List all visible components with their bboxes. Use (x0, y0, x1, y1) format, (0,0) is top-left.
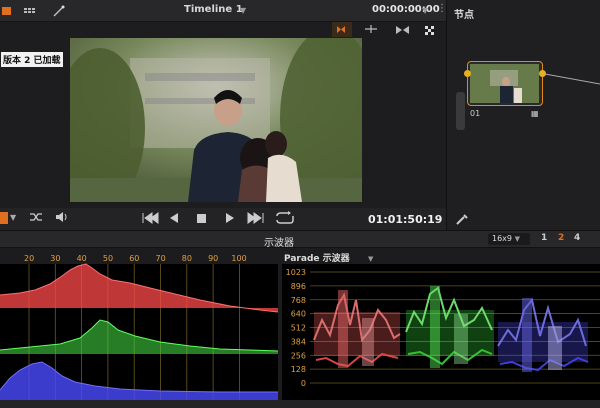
layout-option-1[interactable]: 1 (541, 233, 547, 243)
node-panel-title: 节点 (454, 10, 474, 21)
parade-tick-label: 1023 (286, 268, 306, 277)
video-image (70, 38, 362, 202)
parade-tick-label: 384 (291, 337, 306, 346)
node-input-handle[interactable] (464, 70, 471, 77)
histogram-tick-label: 70 (156, 254, 166, 263)
node-input-tab[interactable] (456, 92, 465, 130)
histogram-tick-label: 60 (129, 254, 139, 263)
histogram-tick-label: 90 (208, 254, 218, 263)
loop-button[interactable] (276, 211, 294, 224)
histogram-tick-label: 40 (77, 254, 87, 263)
single-viewer-button[interactable] (0, 4, 14, 18)
parade-tick-label: 0 (301, 379, 306, 388)
eyedropper-icon (456, 214, 468, 225)
timeline-title[interactable]: Timeline 1 (184, 4, 243, 15)
scopes-footer (0, 400, 600, 408)
histogram-tick-label: 80 (182, 254, 192, 263)
grid-view-button[interactable] (22, 4, 36, 18)
node-thumbnail (470, 64, 539, 103)
single-viewer-icon (2, 7, 11, 15)
version-loaded-label: 版本 2 已加载 (1, 52, 63, 67)
aspect-select[interactable]: 16x9 ▼ (488, 233, 530, 245)
video-frame[interactable] (70, 38, 362, 202)
viewer-side-toolbar (330, 22, 446, 38)
layout-option-2[interactable]: 2 (558, 233, 564, 243)
step-back-button[interactable] (170, 213, 178, 223)
shuffle-icon (30, 213, 42, 221)
parade-tick-label: 128 (291, 365, 306, 374)
checker-icon[interactable] (425, 26, 434, 35)
parade-tick-label: 896 (291, 282, 306, 291)
histogram-tick-label: 20 (24, 254, 34, 263)
parade-tick-label: 512 (291, 324, 306, 333)
clip-mode-button[interactable] (0, 212, 8, 224)
histogram-tick-label: 100 (231, 254, 246, 263)
stop-button[interactable] (197, 214, 206, 223)
magic-wand-icon (53, 5, 65, 17)
grid-icon (24, 8, 35, 13)
parade-dropdown-icon[interactable]: ▼ (368, 255, 374, 263)
histogram-tick-label: 30 (50, 254, 60, 263)
speaker-icon (56, 212, 67, 222)
parade-tick-label: 768 (291, 296, 306, 305)
node-grid-icon: ▦ (531, 109, 539, 118)
histogram-scope: 20 30 40 50 60 70 80 90 100 (0, 250, 279, 400)
play-button[interactable] (226, 213, 234, 223)
color-picker-button[interactable] (455, 212, 471, 229)
layout-option-4[interactable]: 4 (574, 233, 580, 243)
parade-tick-label: 640 (291, 310, 306, 319)
volume-button[interactable] (54, 210, 70, 227)
parade-scope: Parade 示波器 ▼ 1023 896 768 640 512 384 256 128 0 (282, 250, 600, 400)
skip-end-button[interactable] (247, 212, 264, 224)
magic-wand-button[interactable] (52, 4, 66, 18)
node-connection-line (545, 73, 600, 85)
scopes-title: 示波器 (264, 238, 294, 249)
shuffle-button[interactable] (28, 210, 44, 227)
transport-controls (140, 210, 300, 229)
parade-title: Parade 示波器 (284, 252, 351, 264)
aspect-dropdown-icon: ▼ (514, 235, 520, 243)
timecode-dropdown-icon[interactable]: ▼ (422, 6, 428, 15)
timeline-dropdown-icon[interactable]: ▼ (240, 6, 246, 15)
parade-tick-label: 256 (291, 351, 306, 360)
skip-start-button[interactable] (142, 212, 159, 224)
clip-mode-dropdown-icon[interactable]: ▼ (10, 213, 16, 222)
node-label: 01 (470, 109, 481, 118)
timecode-display[interactable]: 00:00:00:00 (372, 4, 440, 15)
histogram-tick-label: 50 (103, 254, 113, 263)
aspect-select-value: 16x9 (492, 234, 513, 243)
playhead-timecode[interactable]: 01:01:50:19 (368, 213, 442, 226)
wipe-icon[interactable] (365, 25, 377, 33)
mark-icon[interactable] (396, 26, 409, 34)
